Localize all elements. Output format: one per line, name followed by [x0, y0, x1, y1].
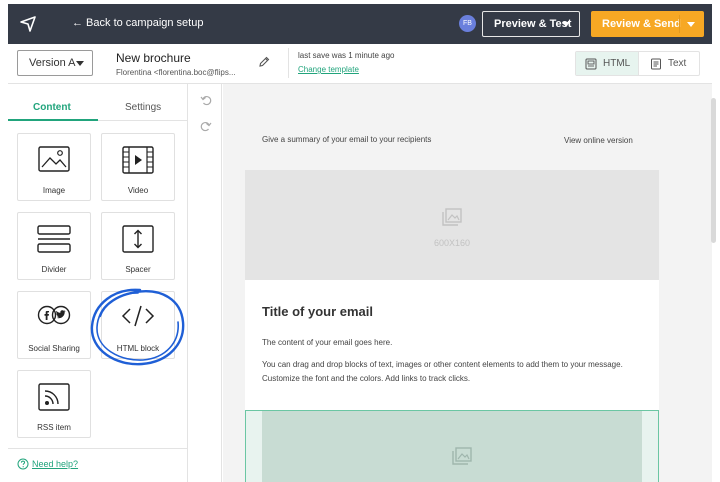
- block-label: Image: [42, 186, 66, 195]
- chevron-down-icon[interactable]: [687, 22, 695, 27]
- hero-image-placeholder[interactable]: 600X160: [245, 170, 659, 280]
- block-image[interactable]: Image: [17, 133, 91, 201]
- block-label: Spacer: [125, 265, 151, 274]
- scrollbar[interactable]: [711, 98, 716, 243]
- left-panel: Content Settings Image Video Divider Spa…: [8, 84, 188, 482]
- redo-icon[interactable]: [200, 120, 212, 132]
- send-logo-icon[interactable]: [18, 14, 38, 34]
- active-tab-indicator: [8, 119, 98, 121]
- spacer-icon: [122, 225, 154, 253]
- email-canvas: Give a summary of your email to your rec…: [223, 84, 712, 482]
- block-label: Divider: [41, 265, 67, 274]
- image-placeholder-icon: [442, 208, 462, 226]
- view-text-button[interactable]: Text: [639, 52, 699, 75]
- view-html-button[interactable]: HTML: [576, 52, 639, 75]
- block-label: Social Sharing: [28, 344, 80, 353]
- change-template-link[interactable]: Change template: [298, 65, 359, 74]
- block-label: RSS item: [37, 423, 71, 432]
- pencil-edit-icon[interactable]: [257, 55, 271, 69]
- top-bar: ← Back to campaign setup FB Preview & Te…: [8, 4, 712, 44]
- view-html-label: HTML: [603, 58, 631, 69]
- image-placeholder-icon: [452, 447, 472, 465]
- editor-subheader: Version A New brochure Florentina <flore…: [8, 44, 712, 84]
- version-select[interactable]: Version A: [17, 50, 93, 76]
- email-paragraph[interactable]: The content of your email goes here.: [262, 338, 392, 347]
- tab-settings[interactable]: Settings: [125, 102, 161, 113]
- avatar[interactable]: FB: [459, 15, 476, 32]
- preview-test-label: Preview & Test: [494, 18, 572, 30]
- text-block[interactable]: Title of your email The content of your …: [245, 280, 659, 410]
- block-video[interactable]: Video: [101, 133, 175, 201]
- block-label: Video: [127, 186, 149, 195]
- text-view-icon: [651, 58, 661, 70]
- version-select-label: Version A: [29, 57, 76, 69]
- video-icon: [122, 146, 154, 174]
- document-title: New brochure: [116, 51, 191, 65]
- button-divider: [679, 15, 680, 33]
- image-icon: [38, 146, 70, 172]
- email-paragraph[interactable]: You can drag and drop blocks of text, im…: [262, 358, 650, 386]
- block-html[interactable]: HTML block: [101, 291, 175, 359]
- view-online-link[interactable]: View online version: [564, 136, 633, 145]
- chevron-down-icon: [76, 61, 84, 66]
- tab-content[interactable]: Content: [33, 102, 71, 113]
- block-rss-item[interactable]: RSS item: [17, 370, 91, 438]
- help-bar: Need help?: [8, 448, 188, 482]
- block-social-sharing[interactable]: Social Sharing: [17, 291, 91, 359]
- history-toolbar: [189, 84, 222, 482]
- social-sharing-icon: [37, 305, 71, 325]
- block-label: HTML block: [116, 344, 160, 353]
- help-icon: [17, 458, 29, 470]
- block-divider[interactable]: Divider: [17, 212, 91, 280]
- block-spacer[interactable]: Spacer: [101, 212, 175, 280]
- html-view-icon: [585, 58, 597, 70]
- divider: [288, 48, 289, 78]
- undo-icon[interactable]: [200, 94, 212, 106]
- rss-icon: [38, 383, 70, 411]
- view-text-label: Text: [668, 58, 687, 69]
- panel-tabs: Content Settings: [8, 84, 188, 121]
- view-mode-toggle: HTML Text: [575, 51, 700, 76]
- review-send-label: Review & Send: [602, 18, 681, 30]
- review-send-button[interactable]: Review & Send: [591, 11, 704, 37]
- email-title[interactable]: Title of your email: [262, 304, 373, 319]
- chevron-down-icon: [562, 22, 570, 27]
- selected-image-block[interactable]: [245, 410, 659, 482]
- image-dimensions-label: 600X160: [433, 238, 471, 248]
- sender-address: Florentina <florentina.boc@flips...: [116, 68, 236, 77]
- back-to-campaign-setup-link[interactable]: ← Back to campaign setup: [72, 17, 203, 29]
- preview-test-button[interactable]: Preview & Test: [482, 11, 580, 37]
- save-status: last save was 1 minute ago: [298, 51, 395, 60]
- need-help-link[interactable]: Need help?: [32, 459, 78, 469]
- preheader-summary[interactable]: Give a summary of your email to your rec…: [262, 135, 431, 144]
- divider-icon: [37, 225, 71, 253]
- code-icon: [121, 305, 155, 327]
